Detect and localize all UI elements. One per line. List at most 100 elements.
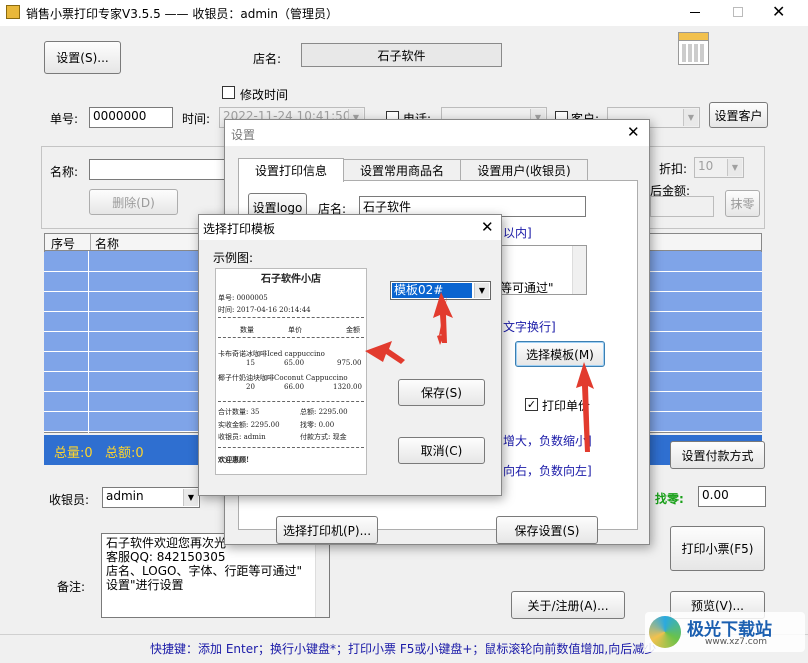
template-dialog: 选择打印模板 ✕ 示例图: 石子软件小店 单号: 0000005 时间: 201… [198,214,502,496]
chevron-down-icon: ▼ [683,109,698,126]
hint-within: 以内] [503,226,532,240]
modify-time-label: 修改时间 [240,88,289,102]
notes-textarea[interactable]: 石子软件欢迎您再次光 客服QQ: 842150305 店名、LOGO、字体、行距… [101,533,330,618]
close-icon[interactable]: ✕ [772,2,785,21]
shortcut-hint: 快捷键：添加 Enter；换行小键盘*；打印小票 F5或小键盘+；鼠标滚轮向前数… [150,642,657,656]
watermark-logo-icon [649,616,681,648]
receipt-order: 单号: 0000005 [218,294,268,302]
hint-bigger: 增大，负数缩小] [503,434,592,448]
receipt-welcome: 欢迎惠顾! [218,455,250,464]
example-label: 示例图: [213,251,254,265]
template-combo[interactable]: 模板02# ▼ [390,281,491,300]
choose-template-button[interactable]: 选择模板(M) [515,341,605,367]
store-name-display: 石子软件 [301,43,502,67]
template-value: 模板02# [392,283,472,298]
totals-text: 总量:0 总额:0 [54,446,144,461]
minimize-icon[interactable] [690,12,700,13]
receipt-item2-name: 椰子什奶油块咖啡Coconut Cappuccino [218,374,348,382]
tab-common-products[interactable]: 设置常用商品名 [343,159,461,181]
grid-header-name[interactable]: 名称 [95,235,119,252]
notes-scrollbar[interactable] [315,534,329,617]
settings-notes-textarea[interactable]: 等可通过" [497,245,587,295]
receipt-item2-qty: 20 [246,383,255,391]
template-dialog-title: 选择打印模板 [203,222,276,236]
tab-users-label: 设置用户(收银员) [477,163,571,178]
delete-button[interactable]: 删除(D) [89,189,178,215]
receipt-time: 时间: 2017-04-16 20:14:44 [218,306,311,314]
close-icon[interactable]: ✕ [481,218,494,236]
receipt-item2-amount: 1320.00 [333,383,362,391]
receipt-item1-name: 卡布奇诺冰咖啡Iced cappuccino [218,350,325,358]
receipt-col-amount: 金额 [346,326,360,334]
receipt-paid: 实收金额: 2295.00 [218,421,280,429]
order-no-label: 单号: [50,112,79,126]
receipt-col-price: 单价 [288,326,302,334]
notes-label: 备注: [57,580,86,594]
cashier-value: admin [106,489,144,503]
receipt-shop: 石子软件小店 [261,274,321,285]
tab-common-products-label: 设置常用商品名 [359,163,444,178]
template-dialog-titlebar: 选择打印模板 ✕ [199,215,501,240]
settings-dialog-titlebar: 设置 ✕ [225,120,649,146]
window-title: 销售小票打印专家V3.5.5 —— 收银员：admin（管理员） [26,7,338,21]
about-register-button[interactable]: 关于/注册(A)... [511,591,625,619]
modify-time-checkbox[interactable] [222,86,235,99]
settings-dialog-title: 设置 [231,128,256,142]
name-label: 名称: [50,165,79,179]
hint-right: 向右，负数向左] [503,464,592,478]
receipt-sum-total: 总额: 2295.00 [300,408,348,416]
settings-button[interactable]: 设置(S)... [44,41,121,74]
chevron-down-icon: ▼ [183,489,198,506]
tab-print-info-label: 设置打印信息 [254,164,327,178]
maximize-icon[interactable] [733,7,743,17]
order-no-input[interactable]: 0000000 [89,107,173,128]
receipt-preview: 石子软件小店 单号: 0000005 时间: 2017-04-16 20:14:… [215,268,367,475]
notes-line: 设置"进行设置 [106,578,184,592]
receipt-item1-qty: 15 [246,359,255,367]
receipt-payment: 付款方式: 现金 [300,433,347,441]
change-input[interactable]: 0.00 [698,486,766,507]
watermark-url: www.xz7.com [705,637,767,647]
after-amount-input [650,196,714,217]
save-settings-button[interactable]: 保存设置(S) [496,516,598,544]
receipt-item1-price: 65.00 [284,359,305,367]
receipt-item2-price: 66.00 [284,383,305,391]
receipt-sum-qty: 合计数量: 35 [218,408,260,416]
close-icon[interactable]: ✕ [627,123,640,141]
receipt-col-qty: 数量 [240,326,254,334]
print-unit-label: 打印单价 [542,399,591,413]
cashier-combo[interactable]: admin ▼ [102,487,200,508]
watermark: 极光下载站 www.xz7.com [645,612,805,652]
receipt-cashier: 收银员: admin [218,433,266,441]
store-label: 店名: [253,52,282,66]
app-icon [6,5,20,19]
template-cancel-button[interactable]: 取消(C) [398,437,485,464]
title-bar: 销售小票打印专家V3.5.5 —— 收银员：admin（管理员） ✕ [0,0,808,26]
grid-header-index[interactable]: 序号 [51,235,75,252]
change-label: 找零: [655,492,684,506]
hint-pass: 等可通过" [500,281,554,295]
set-payment-button[interactable]: 设置付款方式 [670,441,765,469]
print-unit-checkbox[interactable]: ✓ [525,398,538,411]
calendar-icon[interactable] [678,32,709,65]
notes-line: 客服QQ: 842150305 [106,550,226,564]
receipt-item1-amount: 975.00 [337,359,362,367]
template-save-button[interactable]: 保存(S) [398,379,485,406]
tab-users[interactable]: 设置用户(收银员) [460,159,588,181]
notes-line: 店名、LOGO、字体、行距等可通过" [106,564,302,578]
discount-label: 折扣: [659,162,688,176]
tab-print-info[interactable]: 设置打印信息 [238,158,344,182]
store-name-text: 石子软件 [377,48,426,63]
cashier-label: 收银员: [49,493,90,507]
print-receipt-button[interactable]: 打印小票(F5) [670,526,765,571]
discount-combo[interactable]: 10 ▼ [694,157,744,178]
discount-value: 10 [698,159,714,173]
chevron-down-icon[interactable]: ▼ [474,283,489,298]
product-name-input[interactable] [89,159,229,180]
choose-printer-button[interactable]: 选择打印机(P)... [276,516,378,544]
receipt-change: 找零: 0.00 [300,421,335,429]
chevron-down-icon: ▼ [727,159,742,176]
set-customer-button[interactable]: 设置客户 [709,102,768,128]
time-label: 时间: [182,112,211,126]
erase-button[interactable]: 抹零 [725,190,760,217]
